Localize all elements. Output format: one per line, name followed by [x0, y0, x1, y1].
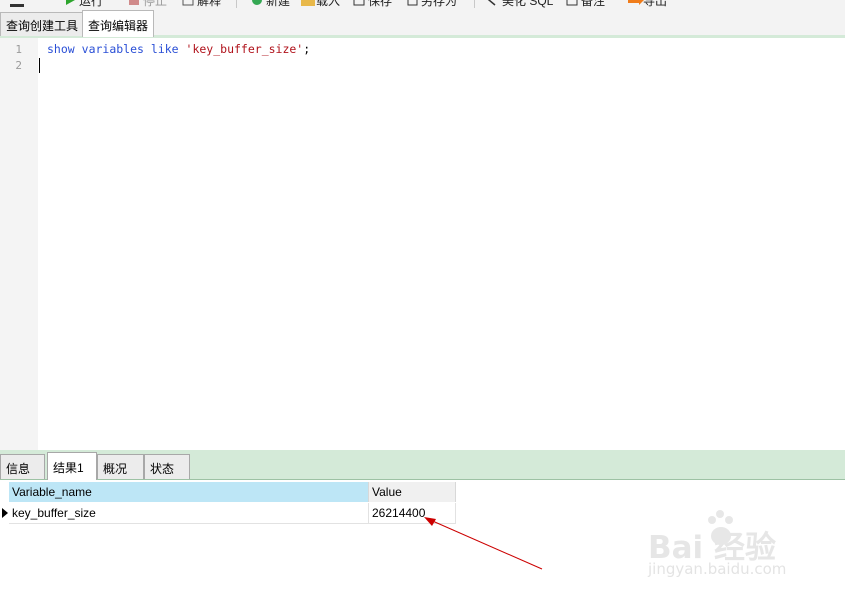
run-icon: [64, 0, 76, 6]
code-line[interactable]: show variables like 'key_buffer_size';: [47, 42, 310, 56]
save-as-label: 另存为: [421, 0, 458, 8]
tab-query-editor[interactable]: 查询编辑器: [82, 10, 155, 37]
stop-label: 停止: [143, 0, 168, 8]
tab-label: 概况: [103, 462, 128, 476]
toolbar-divider: [474, 0, 475, 8]
stop-button[interactable]: 停止: [128, 0, 168, 8]
export-icon: [628, 0, 644, 6]
beautify-sql-label: 美化 SQL: [502, 0, 554, 8]
watermark-url: jingyan.baidu.com: [648, 560, 787, 578]
sql-editor[interactable]: 1 2 show variables like 'key_buffer_size…: [0, 38, 845, 450]
comment-button[interactable]: 备注: [566, 0, 606, 8]
beautify-icon: [487, 0, 499, 6]
comment-icon: [566, 0, 578, 6]
tab-query-builder[interactable]: 查询创建工具: [0, 12, 85, 36]
sql-keyword: show: [47, 42, 75, 56]
paw-icon: [708, 510, 733, 545]
baidu-watermark: Bai 经验 jingyan.baidu.com: [648, 510, 838, 585]
save-button[interactable]: 保存: [353, 0, 393, 8]
editor-tab-bar: 查询创建工具 查询编辑器: [0, 8, 845, 38]
comment-label: 备注: [581, 0, 606, 8]
save-icon: [353, 0, 365, 6]
explain-icon: [182, 0, 194, 6]
row-indicator-icon: [2, 508, 8, 518]
column-header-variable-name[interactable]: Variable_name: [9, 482, 369, 502]
new-button[interactable]: 新建: [251, 0, 291, 8]
sql-string-literal: 'key_buffer_size': [185, 42, 304, 56]
export-button[interactable]: 导出: [628, 0, 668, 8]
table-row[interactable]: key_buffer_size 26214400: [0, 503, 457, 524]
tab-status[interactable]: 状态: [144, 454, 190, 479]
load-button[interactable]: 载入: [301, 0, 341, 8]
text-cursor: [39, 58, 40, 73]
run-label: 运行: [79, 0, 104, 8]
line-number: 2: [15, 59, 22, 72]
table-cell[interactable]: key_buffer_size: [9, 503, 369, 524]
tab-label: 结果1: [53, 461, 84, 475]
tab-label: 查询编辑器: [88, 19, 149, 33]
toolbar: 运行 停止 解释 新建 载入 保存 另存为 美化 SQL 备注 导出: [0, 0, 845, 8]
table-cell[interactable]: 26214400: [369, 503, 456, 524]
run-button[interactable]: 运行: [64, 0, 104, 8]
line-number: 1: [15, 43, 22, 56]
export-label: 导出: [643, 0, 668, 8]
line-number-gutter: 1 2: [0, 38, 38, 450]
save-label: 保存: [368, 0, 393, 8]
tab-label: 查询创建工具: [6, 19, 79, 33]
beautify-sql-button[interactable]: 美化 SQL: [487, 0, 554, 8]
explain-label: 解释: [197, 0, 222, 8]
tab-info[interactable]: 信息: [0, 454, 45, 479]
toolbar-divider: [236, 0, 237, 8]
save-as-button[interactable]: 另存为: [406, 0, 458, 8]
column-header-value[interactable]: Value: [369, 482, 456, 502]
load-label: 载入: [316, 0, 341, 8]
menu-icon[interactable]: [10, 0, 24, 7]
sql-keyword: like: [150, 42, 179, 56]
tab-label: 状态: [150, 462, 175, 476]
sql-keyword: variables: [81, 42, 144, 56]
folder-icon: [301, 0, 315, 6]
tab-overview[interactable]: 概况: [97, 454, 144, 479]
result-tab-bar: 信息 结果1 概况 状态: [0, 450, 845, 480]
new-icon: [251, 0, 263, 6]
save-as-icon: [406, 0, 418, 6]
new-label: 新建: [266, 0, 291, 8]
tab-label: 信息: [6, 462, 31, 476]
tab-result1[interactable]: 结果1: [47, 452, 97, 480]
stop-icon: [128, 0, 140, 6]
sql-terminator: ;: [303, 42, 311, 56]
explain-button[interactable]: 解释: [182, 0, 222, 8]
